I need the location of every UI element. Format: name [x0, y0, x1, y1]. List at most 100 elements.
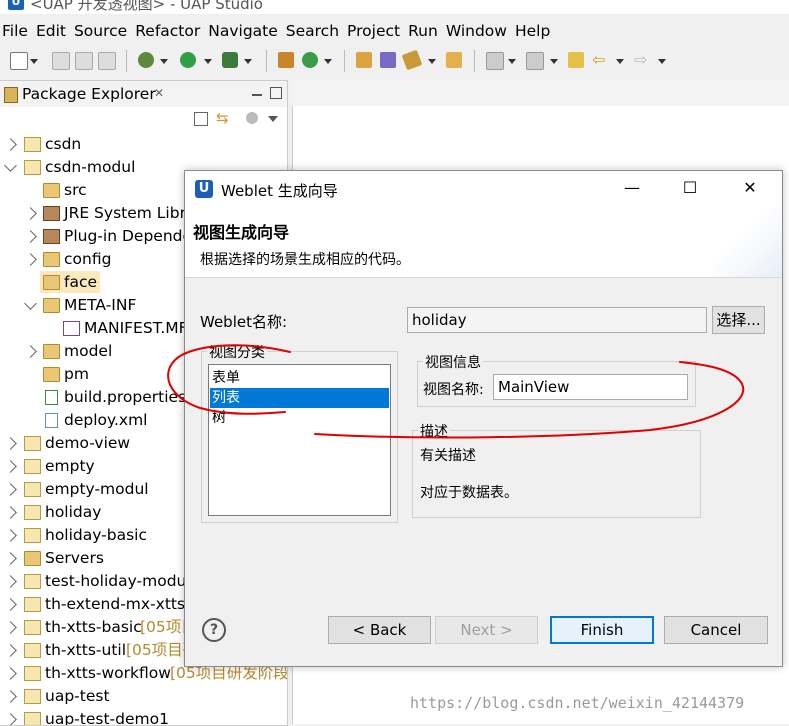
menu-source[interactable]: Source: [70, 18, 131, 44]
menu-bar: File Edit Source Refactor Navigate Search Proj…: [0, 18, 789, 44]
select-button[interactable]: 选择...: [712, 306, 765, 334]
tree-item-label: MANIFEST.MF: [84, 319, 188, 337]
save-icon[interactable]: [52, 52, 70, 70]
expand-icon[interactable]: [24, 253, 37, 266]
expand-icon[interactable]: [4, 483, 17, 496]
search-dropdown-icon[interactable]: [428, 59, 436, 64]
next-button[interactable]: Next >: [435, 616, 538, 644]
description-line-1: 有关描述: [420, 448, 476, 464]
list-item-tree[interactable]: 树: [210, 408, 389, 428]
list-item-form[interactable]: 表单: [210, 368, 389, 388]
debug-dropdown-icon[interactable]: [160, 59, 168, 64]
save-all-icon[interactable]: [75, 52, 93, 70]
debug-icon[interactable]: [138, 52, 154, 68]
expand-icon[interactable]: [4, 690, 17, 703]
run-dropdown-icon[interactable]: [204, 59, 212, 64]
description-group: [412, 430, 701, 518]
menu-help[interactable]: Help: [511, 18, 554, 44]
maximize-icon[interactable]: [270, 87, 282, 99]
previous-annotation-dropdown-icon[interactable]: [550, 59, 558, 64]
tree-item-label: th-xtts-workflow: [45, 664, 171, 682]
back-arrow-icon[interactable]: ⇦: [592, 52, 606, 70]
finish-button[interactable]: Finish: [550, 616, 654, 644]
previous-annotation-icon[interactable]: [526, 52, 544, 70]
tree-item-csdn[interactable]: csdn: [0, 133, 287, 155]
tree-item-face[interactable]: face: [40, 271, 100, 293]
help-icon[interactable]: ?: [202, 618, 226, 642]
external-tools-dropdown-icon[interactable]: [244, 59, 252, 64]
collapse-icon[interactable]: [24, 297, 37, 310]
open-folder-icon[interactable]: [446, 52, 462, 68]
new-dropdown-icon[interactable]: [30, 59, 38, 64]
list-item-list[interactable]: 列表: [210, 388, 389, 408]
next-annotation-dropdown-icon[interactable]: [508, 59, 516, 64]
minimize-icon[interactable]: [252, 94, 262, 96]
expand-icon[interactable]: [24, 207, 37, 220]
uap-logo-icon: U: [195, 180, 213, 198]
collapse-icon[interactable]: [4, 159, 17, 172]
forward-dropdown-icon[interactable]: [658, 59, 666, 64]
focus-on-workbench-icon[interactable]: [246, 112, 258, 124]
tree-item-label: deploy.xml: [64, 411, 148, 429]
wizard-page-title: 视图生成向导: [193, 223, 290, 242]
maximize-icon[interactable]: ☐: [675, 177, 705, 199]
expand-icon[interactable]: [4, 506, 17, 519]
new-icon[interactable]: [10, 52, 28, 70]
view-name-input[interactable]: MainView: [493, 374, 688, 400]
view-category-list[interactable]: 表单 列表 树: [208, 364, 391, 516]
expand-icon[interactable]: [4, 437, 17, 450]
folder-icon: [24, 551, 41, 566]
weblet-name-field[interactable]: holiday: [407, 307, 707, 333]
expand-icon[interactable]: [24, 345, 37, 358]
expand-icon[interactable]: [4, 138, 17, 151]
tree-item-uap-test[interactable]: uap-test: [0, 685, 287, 707]
collapse-all-icon[interactable]: [194, 112, 208, 126]
menu-search[interactable]: Search: [282, 18, 343, 44]
tree-item-uap-test-demo1[interactable]: uap-test-demo1: [0, 708, 287, 725]
forward-arrow-icon[interactable]: ⇨: [634, 52, 648, 70]
menu-window[interactable]: Window: [442, 18, 511, 44]
next-annotation-icon[interactable]: [486, 52, 504, 70]
expand-icon[interactable]: [4, 460, 17, 473]
new-class-dropdown-icon[interactable]: [324, 59, 332, 64]
uap-logo-icon: U: [8, 0, 24, 10]
window-title-bar: U <UAP 开发透视图> - UAP Studio: [0, 0, 789, 14]
external-tools-icon[interactable]: [222, 52, 238, 68]
search-icon[interactable]: [401, 49, 423, 71]
new-java-package-icon[interactable]: [278, 52, 294, 68]
tree-item-label: build.properties: [64, 388, 187, 406]
open-type-icon[interactable]: [356, 52, 372, 68]
menu-run[interactable]: Run: [404, 18, 442, 44]
expand-icon[interactable]: [4, 644, 17, 657]
minimize-icon[interactable]: —: [617, 177, 647, 199]
cancel-button[interactable]: Cancel: [664, 616, 768, 644]
run-icon[interactable]: [180, 52, 196, 68]
back-dropdown-icon[interactable]: [616, 59, 624, 64]
print-icon[interactable]: [98, 52, 116, 70]
menu-navigate[interactable]: Navigate: [204, 18, 282, 44]
new-java-class-icon[interactable]: [302, 52, 318, 68]
window-title: <UAP 开发透视图> - UAP Studio: [30, 0, 263, 13]
expand-icon[interactable]: [4, 552, 17, 565]
close-icon[interactable]: ✕: [735, 177, 765, 199]
main-toolbar: ⇦ ⇨: [0, 46, 789, 76]
project-icon: [24, 689, 41, 704]
project-icon: [24, 597, 41, 612]
view-menu-icon[interactable]: [268, 116, 278, 122]
tree-item-label: csdn-modul: [45, 158, 136, 176]
expand-icon[interactable]: [24, 230, 37, 243]
menu-project[interactable]: Project: [343, 18, 404, 44]
expand-icon[interactable]: [4, 575, 17, 588]
menu-refactor[interactable]: Refactor: [131, 18, 204, 44]
menu-file[interactable]: File: [0, 18, 32, 44]
expand-icon[interactable]: [4, 621, 17, 634]
back-button[interactable]: < Back: [328, 616, 431, 644]
close-icon[interactable]: ✕: [154, 86, 164, 100]
expand-icon[interactable]: [4, 529, 17, 542]
expand-icon[interactable]: [4, 598, 17, 611]
menu-edit[interactable]: Edit: [32, 18, 70, 44]
link-with-editor-icon[interactable]: ⇆: [216, 109, 229, 127]
last-edit-location-icon[interactable]: [568, 52, 584, 68]
expand-icon[interactable]: [4, 667, 17, 680]
open-task-icon[interactable]: [380, 52, 396, 68]
